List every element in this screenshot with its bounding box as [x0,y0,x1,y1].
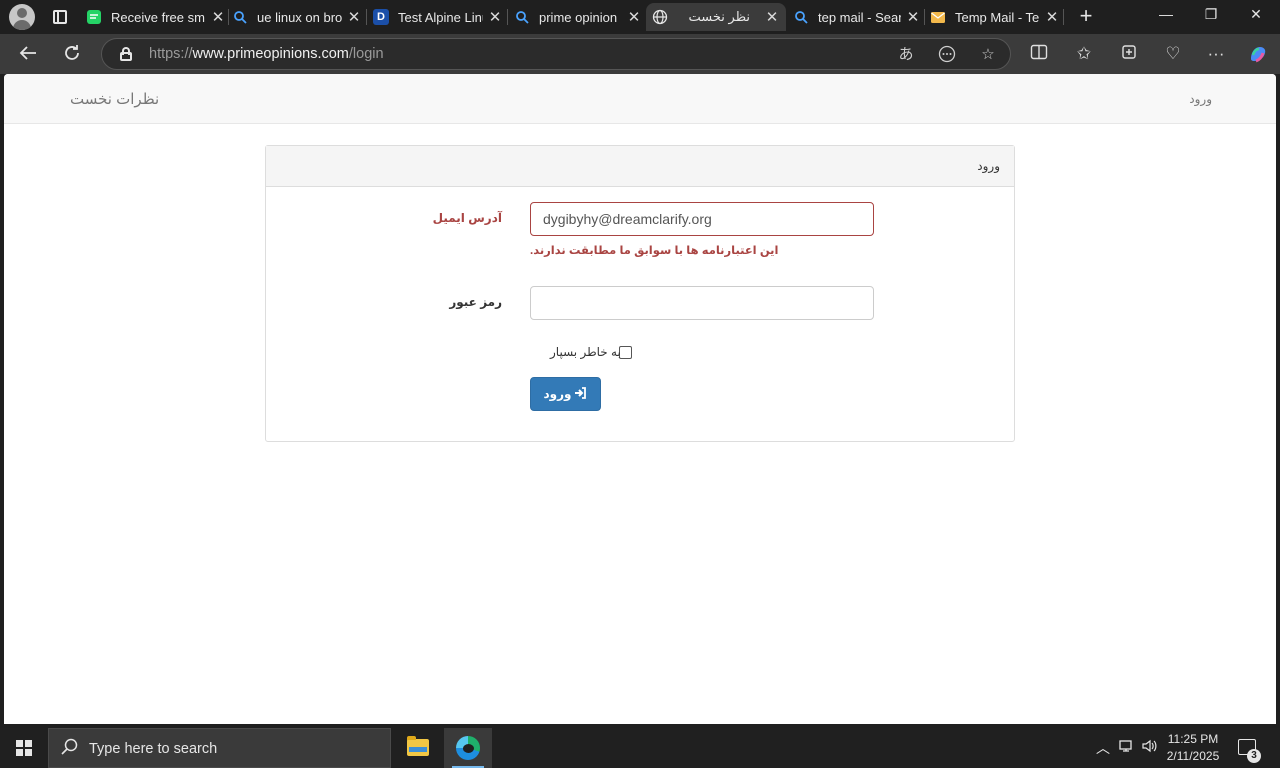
folder-icon [407,736,429,756]
tab-title: Temp Mail - Te [955,9,1040,25]
nav-login-link[interactable]: ورود [1189,92,1212,106]
address-bar[interactable]: https://www.primeopinions.com/login あ ☆ [101,38,1011,70]
password-label: رمز عبور [449,295,502,309]
new-tab-icon[interactable]: + [1076,5,1096,27]
login-panel: ورود آدرس ایمیل dygibyhy@dreamclarify.or… [265,145,1015,442]
email-label: آدرس ایمیل [432,211,502,225]
edge-app[interactable] [444,728,492,768]
panel-title: ورود [977,159,1000,173]
tab-title: tep mail - Sear [818,9,901,25]
lock-icon[interactable] [120,47,132,61]
browser-tab-strip: Receive free sm ✕ ue linux on bro ✕ D Te… [0,0,1280,34]
close-icon[interactable]: ✕ [346,8,362,26]
url-text[interactable]: https://www.primeopinions.com/login [149,46,384,62]
copilot-icon[interactable] [1247,43,1269,65]
sign-in-icon [574,386,587,402]
login-button[interactable]: ورود [530,377,601,411]
panel-heading: ورود [266,146,1014,187]
edge-icon [456,736,480,760]
address-toolbar: https://www.primeopinions.com/login あ ☆ … [0,34,1280,74]
file-explorer-app[interactable] [395,728,443,768]
search-icon [793,9,809,25]
system-clock[interactable]: 11:25 PM 2/11/2025 [1160,731,1226,765]
tab-receive-free-sms[interactable]: Receive free sm ✕ [86,3,226,31]
profile-avatar[interactable] [9,4,35,30]
close-icon[interactable]: ✕ [210,8,226,26]
login-button-label: ورود [543,387,572,401]
chat-icon [86,9,102,25]
back-arrow-icon[interactable] [16,42,40,66]
windows-taskbar: Type here to search ︿ 11:25 PM 2/11/2025… [0,728,1280,768]
site-brand[interactable]: نظرات نخست [70,90,159,108]
search-icon [232,9,248,25]
email-field[interactable]: dygibyhy@dreamclarify.org [530,202,874,236]
notification-badge: 3 [1247,749,1261,763]
tab-linux-browser-search[interactable]: ue linux on bro ✕ [232,3,362,31]
chevron-up-icon[interactable]: ︿ [1096,738,1110,758]
close-icon[interactable]: ✕ [1044,8,1060,26]
favorite-star-icon[interactable]: ☆ [978,45,998,65]
tab-title: ue linux on bro [257,9,342,25]
browser-essentials-icon[interactable]: ♡ [1162,43,1184,65]
taskbar-search[interactable]: Type here to search [48,728,391,768]
tab-title: Test Alpine Linu [398,9,483,25]
remember-me-label[interactable]: به خاطر بسپار [550,345,621,359]
more-options-circle-icon[interactable] [937,45,957,65]
email-error-message: این اعتبارنامه ها با سوابق ما مطابقت ندا… [530,245,779,257]
volume-icon[interactable] [1141,738,1159,757]
site-navbar: نظرات نخست ورود [4,74,1276,124]
restore-icon[interactable]: ❐ [1201,6,1221,23]
search-placeholder: Type here to search [89,741,218,757]
tab-title: Receive free sm [111,9,205,25]
windows-start-icon[interactable] [16,740,32,756]
split-screen-icon[interactable] [1028,43,1050,65]
minimize-icon[interactable]: — [1156,6,1176,22]
d-logo-icon: D [373,9,389,25]
tab-test-alpine-linux[interactable]: D Test Alpine Linu ✕ [373,3,503,31]
clock-date: 2/11/2025 [1166,749,1220,763]
close-icon[interactable]: ✕ [905,8,921,26]
globe-icon [652,9,668,25]
refresh-icon[interactable] [60,42,84,66]
tab-title: prime opinion [539,9,618,25]
page-viewport: نظرات نخست ورود ورود آدرس ایمیل dygibyhy… [4,74,1276,724]
tab-temp-mail[interactable]: Temp Mail - Te ✕ [930,3,1060,31]
settings-more-icon[interactable]: ··· [1205,43,1227,65]
envelope-icon [930,9,946,25]
close-window-icon[interactable]: ✕ [1246,6,1266,23]
network-icon[interactable] [1118,738,1136,757]
tab-actions-icon[interactable] [49,7,71,27]
tab-active-nazar-nakhost[interactable]: نظر نخست ✕ [646,3,786,31]
favorites-icon[interactable]: ✩ [1073,43,1095,65]
tab-prime-opinion-search[interactable]: prime opinion ✕ [514,3,642,31]
collections-icon[interactable] [1118,43,1140,65]
search-icon [61,738,79,761]
read-aloud-icon[interactable]: あ [896,45,916,65]
tab-title: نظر نخست [688,9,750,24]
tab-temp-mail-search[interactable]: tep mail - Sear ✕ [793,3,921,31]
close-icon[interactable]: ✕ [626,8,642,26]
clock-time: 11:25 PM [1167,732,1219,746]
search-icon [514,9,530,25]
close-icon[interactable]: ✕ [764,8,780,26]
password-field[interactable] [530,286,874,320]
close-icon[interactable]: ✕ [487,8,503,26]
